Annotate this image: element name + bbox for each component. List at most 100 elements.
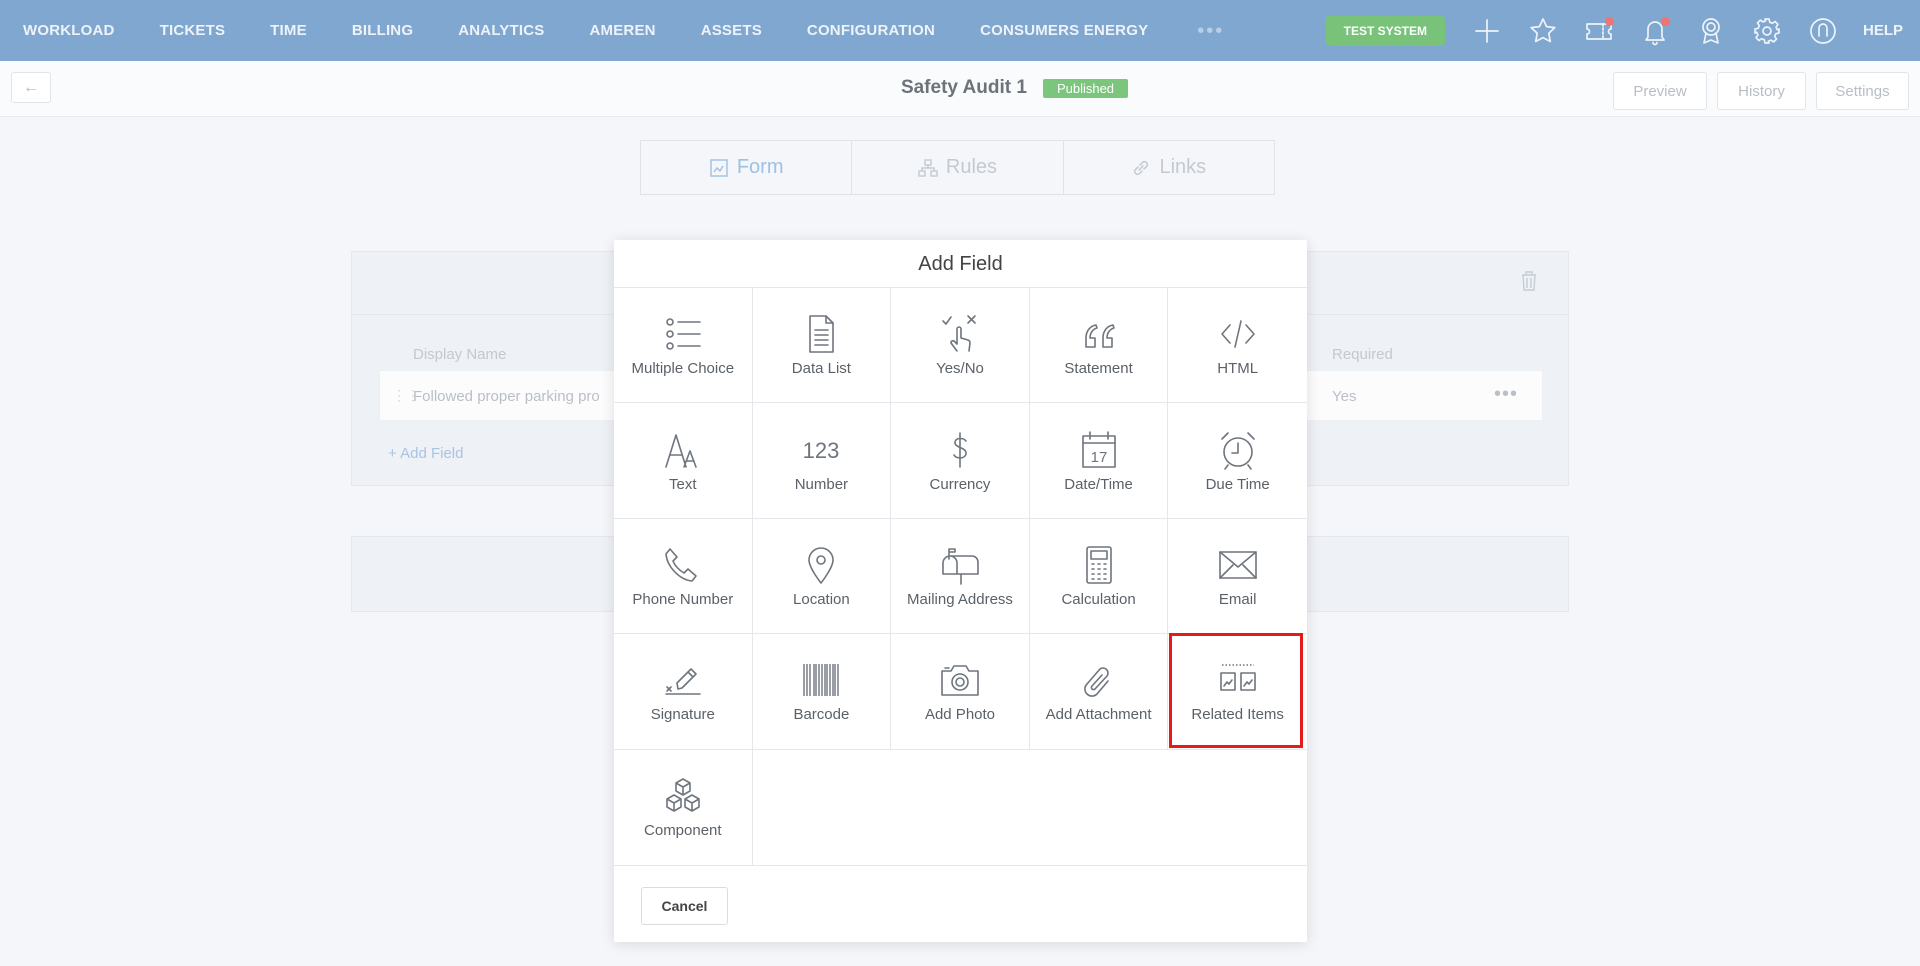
nav-menu: WORKLOAD TICKETS TIME BILLING ANALYTICS …	[0, 0, 1224, 61]
field-option-phone-number[interactable]: Phone Number	[614, 518, 753, 635]
field-option-number[interactable]: 123 Number	[752, 403, 892, 519]
field-option-html[interactable]: HTML	[1168, 288, 1307, 404]
builder-tabs: Form Rules Links	[640, 140, 1275, 195]
status-badge: Published	[1042, 78, 1129, 98]
field-option-email[interactable]: Email	[1168, 519, 1307, 635]
field-label: Related Items	[1191, 706, 1284, 724]
field-option-data-list[interactable]: Data List	[752, 288, 892, 404]
nav-ameren[interactable]: AMEREN	[589, 22, 655, 39]
quote-icon	[1084, 324, 1115, 348]
nav-more-button[interactable]: •••	[1197, 21, 1224, 41]
code-icon	[1220, 320, 1255, 348]
settings-button[interactable]: Settings	[1816, 72, 1909, 110]
field-option-add-photo[interactable]: Add Photo	[891, 634, 1030, 750]
field-option-multiple-choice[interactable]: Multiple Choice	[614, 288, 753, 404]
tab-links[interactable]: Links	[1064, 141, 1274, 194]
field-type-grid: Multiple Choice Data List Yes/No Stateme…	[614, 288, 1307, 865]
field-label: Email	[1218, 590, 1257, 608]
mailbox-icon	[942, 548, 979, 585]
field-option-location[interactable]: Location	[752, 518, 892, 635]
map-pin-icon	[808, 547, 835, 584]
list-icon	[665, 318, 701, 350]
camera-icon	[941, 665, 979, 697]
field-label: Due Time	[1205, 475, 1270, 493]
notification-dot	[1604, 16, 1614, 26]
tab-form[interactable]: Form	[641, 141, 853, 194]
text-icon	[664, 433, 697, 468]
field-label: Phone Number	[632, 590, 734, 608]
user-profile-icon[interactable]	[1807, 15, 1839, 47]
dollar-icon	[953, 431, 967, 468]
svg-text:17: 17	[1090, 449, 1107, 466]
field-option-related-items[interactable]: Related Items	[1168, 633, 1307, 750]
field-option-signature[interactable]: Signature	[614, 634, 753, 750]
number-icon: 123	[803, 438, 840, 463]
field-option-barcode[interactable]: Barcode	[752, 634, 892, 750]
document-icon	[809, 315, 835, 353]
nav-assets[interactable]: ASSETS	[701, 22, 762, 39]
nav-tickets[interactable]: TICKETS	[160, 22, 226, 39]
field-option-statement[interactable]: Statement	[1029, 288, 1169, 404]
field-option-component[interactable]: Component	[614, 749, 753, 865]
top-nav: WORKLOAD TICKETS TIME BILLING ANALYTICS …	[0, 0, 1920, 61]
field-option-add-attachment[interactable]: Add Attachment	[1029, 634, 1169, 750]
field-option-yes-no[interactable]: Yes/No	[891, 288, 1030, 404]
field-label: Barcode	[793, 706, 850, 724]
trash-icon[interactable]	[1520, 270, 1538, 297]
field-option-due-time[interactable]: Due Time	[1168, 403, 1307, 519]
add-field-link[interactable]: + Add Field	[388, 445, 463, 462]
field-option-text[interactable]: Text	[614, 403, 753, 519]
dialog-title: Add Field	[614, 240, 1307, 288]
gear-icon[interactable]	[1751, 15, 1783, 47]
help-link[interactable]: HELP	[1863, 22, 1903, 39]
field-label: Mailing Address	[907, 590, 1013, 608]
page-header: ← Safety Audit 1 Published Preview Histo…	[0, 61, 1920, 117]
nav-billing[interactable]: BILLING	[352, 22, 413, 39]
field-label: Location	[793, 590, 850, 608]
history-button[interactable]: History	[1717, 72, 1806, 110]
field-label: Data List	[791, 360, 851, 378]
ticket-icon[interactable]	[1583, 15, 1615, 47]
tab-rules[interactable]: Rules	[852, 141, 1064, 194]
column-header-required: Required	[1332, 346, 1393, 363]
envelope-icon	[1218, 551, 1257, 579]
nav-consumers-energy[interactable]: CONSUMERS ENERGY	[980, 22, 1148, 39]
header-actions: Preview History Settings	[1603, 72, 1909, 110]
column-header-display-name: Display Name	[413, 346, 507, 363]
bell-icon[interactable]	[1639, 15, 1671, 47]
hierarchy-icon	[918, 158, 938, 177]
field-label: Multiple Choice	[631, 360, 735, 378]
row-more-button[interactable]: •••	[1494, 383, 1518, 406]
cubes-icon	[665, 778, 700, 813]
nav-workload[interactable]: WORKLOAD	[23, 22, 115, 39]
field-option-currency[interactable]: Currency	[891, 403, 1030, 519]
field-label: Currency	[929, 475, 991, 493]
field-label: Component	[644, 822, 722, 840]
plus-icon[interactable]	[1471, 15, 1503, 47]
field-label: Calculation	[1061, 590, 1136, 608]
field-label: Text	[669, 475, 697, 493]
cancel-button[interactable]: Cancel	[641, 887, 728, 925]
tab-rules-label: Rules	[945, 156, 998, 178]
star-icon[interactable]	[1527, 15, 1559, 47]
nav-right: TEST SYSTEM HELP	[1325, 0, 1920, 61]
test-system-badge[interactable]: TEST SYSTEM	[1325, 15, 1445, 46]
nav-time[interactable]: TIME	[270, 22, 307, 39]
field-label: Add Photo	[924, 706, 996, 724]
field-label: Yes/No	[936, 360, 984, 378]
form-icon	[710, 158, 728, 177]
tab-form-label: Form	[736, 156, 784, 178]
field-option-date-time[interactable]: 17 Date/Time	[1029, 403, 1169, 519]
field-option-mailing-address[interactable]: Mailing Address	[891, 518, 1030, 635]
award-icon[interactable]	[1695, 15, 1727, 47]
nav-configuration[interactable]: CONFIGURATION	[807, 22, 935, 39]
nav-analytics[interactable]: ANALYTICS	[458, 22, 544, 39]
phone-icon	[664, 548, 697, 582]
page-title: Safety Audit 1	[900, 77, 1027, 98]
field-option-calculation[interactable]: Calculation	[1029, 518, 1169, 635]
signature-icon	[664, 668, 701, 696]
check-x-icon	[942, 315, 976, 352]
preview-button[interactable]: Preview	[1613, 72, 1707, 110]
row-required: Yes	[1332, 388, 1357, 405]
svg-text:123: 123	[803, 438, 840, 463]
